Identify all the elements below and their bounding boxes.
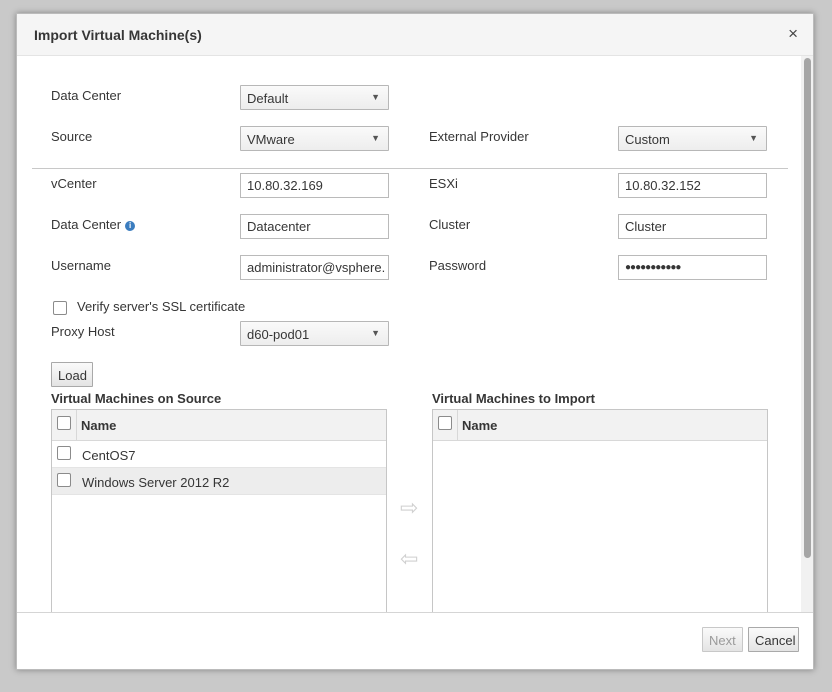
vcenter-field[interactable]: 10.80.32.169 [240, 173, 389, 198]
verify-ssl-checkbox[interactable] [53, 301, 67, 315]
username-label: Username [51, 258, 111, 273]
row-checkbox[interactable] [57, 446, 71, 460]
arrow-right-icon[interactable]: ⇨ [400, 495, 418, 521]
chevron-down-icon: ▼ [371, 328, 380, 338]
column-divider [457, 410, 458, 440]
data-center-label: Data Center [51, 88, 122, 103]
vertical-scrollbar[interactable] [801, 56, 813, 614]
scrollbar-thumb[interactable] [804, 58, 811, 558]
column-divider [76, 410, 77, 440]
cancel-button[interactable]: Cancel [748, 627, 799, 652]
info-icon[interactable]: i [125, 221, 136, 231]
table-row[interactable]: CentOS7 [52, 441, 386, 468]
divider [32, 168, 788, 169]
esxi-field[interactable]: 10.80.32.152 [618, 173, 767, 198]
load-button[interactable]: Load [51, 362, 93, 387]
chevron-down-icon: ▼ [371, 92, 380, 102]
name-column-header[interactable]: Name [462, 418, 497, 433]
arrow-left-icon[interactable]: ⇦ [400, 546, 418, 572]
dialog-title: Import Virtual Machine(s) [34, 27, 202, 43]
datacenter-field[interactable]: Datacenter [240, 214, 389, 239]
row-checkbox[interactable] [57, 473, 71, 487]
proxy-host-value: d60-pod01 [247, 327, 310, 342]
select-all-checkbox[interactable] [438, 416, 452, 430]
data-center-2-text: Data Center [51, 217, 122, 232]
next-button[interactable]: Next [702, 627, 743, 652]
close-icon[interactable]: × [788, 24, 798, 44]
grid-header: Name [52, 410, 386, 441]
source-vm-grid: Name CentOS7 Windows Server 2012 R2 [51, 409, 387, 614]
external-provider-value: Custom [625, 132, 670, 147]
select-all-checkbox[interactable] [57, 416, 71, 430]
dialog-header: Import Virtual Machine(s) × [17, 14, 813, 56]
proxy-host-label: Proxy Host [51, 324, 115, 339]
source-list-title: Virtual Machines on Source [51, 391, 222, 406]
data-center-value: Default [247, 91, 289, 106]
source-value: VMware [247, 132, 295, 147]
password-label: Password [429, 258, 487, 273]
grid-header: Name [433, 410, 767, 441]
proxy-host-select[interactable]: d60-pod01 ▼ [240, 321, 389, 346]
vcenter-label: vCenter [51, 176, 97, 191]
source-select[interactable]: VMware ▼ [240, 126, 389, 151]
vm-name: CentOS7 [82, 448, 136, 463]
data-center-2-label: Data Center i [51, 217, 136, 232]
import-vm-dialog: Import Virtual Machine(s) × Data Center … [16, 13, 814, 670]
cluster-field[interactable]: Cluster [618, 214, 767, 239]
vm-name: Windows Server 2012 R2 [82, 475, 230, 490]
external-provider-label: External Provider [429, 129, 529, 144]
verify-ssl-label: Verify server's SSL certificate [77, 299, 246, 314]
dialog-footer: Next Cancel [17, 612, 813, 669]
data-center-select[interactable]: Default ▼ [240, 85, 389, 110]
esxi-label: ESXi [429, 176, 458, 191]
username-field[interactable]: administrator@vsphere. [240, 255, 389, 280]
password-field[interactable]: ●●●●●●●●●●● [618, 255, 767, 280]
chevron-down-icon: ▼ [749, 133, 758, 143]
import-vm-grid: Name [432, 409, 768, 614]
table-row[interactable]: Windows Server 2012 R2 [52, 468, 386, 495]
external-provider-select[interactable]: Custom ▼ [618, 126, 767, 151]
chevron-down-icon: ▼ [371, 133, 380, 143]
source-label: Source [51, 129, 93, 144]
cluster-label: Cluster [429, 217, 471, 232]
import-list-title: Virtual Machines to Import [432, 391, 596, 406]
name-column-header[interactable]: Name [81, 418, 116, 433]
dialog-body: Data Center Default ▼ Source VMware ▼ Ex… [17, 56, 813, 614]
